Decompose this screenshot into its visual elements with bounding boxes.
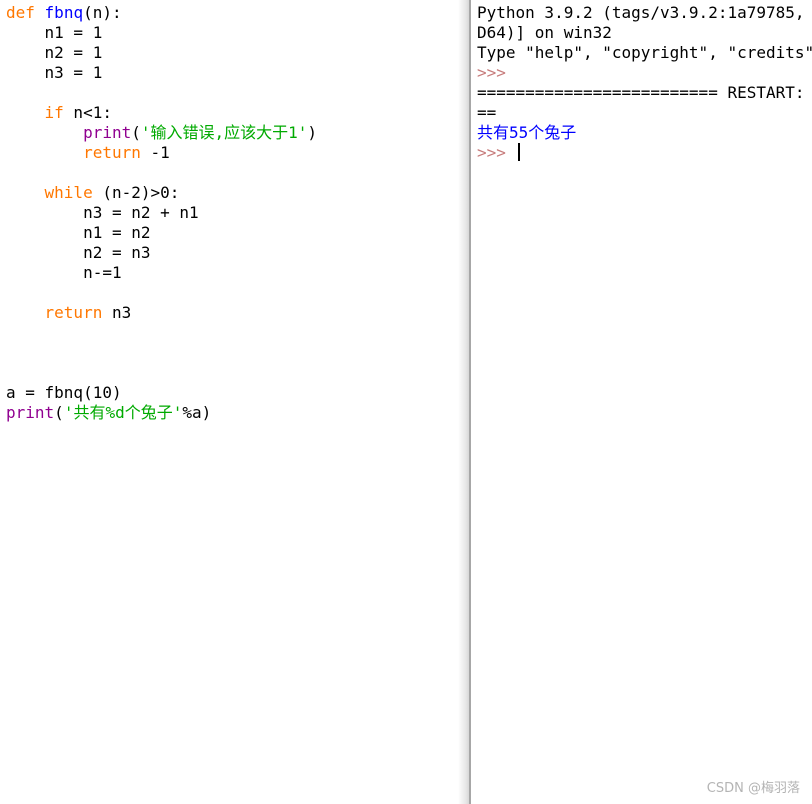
editor-code-line	[6, 283, 317, 303]
editor-code-line	[6, 323, 317, 343]
code-token: (	[131, 123, 141, 142]
editor-code-line: n3 = n2 + n1	[6, 203, 317, 223]
editor-code-line: n-=1	[6, 263, 317, 283]
editor-code-line	[6, 83, 317, 103]
editor-window[interactable]: def fbnq(n): n1 = 1 n2 = 1 n3 = 1 if n<1…	[0, 0, 469, 804]
code-token: '共有%d个兔子'	[63, 403, 183, 422]
code-token: def	[6, 3, 35, 22]
editor-code-line: return n3	[6, 303, 317, 323]
shell-output-line: ==	[477, 103, 812, 123]
code-token: ==	[477, 103, 497, 122]
code-token: return	[83, 143, 141, 162]
editor-edge-shadow	[458, 0, 469, 804]
editor-code-line: print('共有%d个兔子'%a)	[6, 403, 317, 423]
code-token: (n-2)>0:	[92, 183, 180, 202]
editor-code-line: def fbnq(n):	[6, 3, 317, 23]
editor-code-line	[6, 363, 317, 383]
code-token: -1	[140, 143, 170, 162]
editor-code-line: n3 = 1	[6, 63, 317, 83]
code-token: n1 = 1	[6, 23, 103, 42]
shell-output-line: Type "help", "copyright", "credits" or "…	[477, 43, 812, 63]
code-token: D64)] on win32	[477, 23, 612, 42]
editor-code-line: return -1	[6, 143, 317, 163]
code-token: if	[44, 103, 64, 122]
editor-code-line	[6, 163, 317, 183]
code-token: %a)	[182, 403, 212, 422]
editor-code-line: print('输入错误,应该大于1')	[6, 123, 317, 143]
code-token: print	[83, 123, 132, 142]
editor-code-line: while (n-2)>0:	[6, 183, 317, 203]
editor-code-line: a = fbnq(10)	[6, 383, 317, 403]
code-token: n-=1	[6, 263, 122, 282]
shell-window[interactable]: Python 3.9.2 (tags/v3.9.2:1a79785, Feb 1…	[471, 0, 812, 804]
code-token: n1 = n2	[6, 223, 151, 242]
editor-code-line	[6, 343, 317, 363]
csdn-watermark: CSDN @梅羽落	[706, 781, 800, 796]
code-token: while	[44, 183, 93, 202]
code-token: return	[44, 303, 103, 322]
code-token: 共有55个兔子	[477, 123, 577, 142]
code-token: '输入错误,应该大于1'	[140, 123, 308, 142]
code-token: (n):	[83, 3, 122, 22]
code-token: a = fbnq(10)	[6, 383, 122, 402]
code-token: Type "help", "copyright", "credits" or "…	[477, 43, 812, 62]
code-token: fbnq	[44, 3, 84, 22]
shell-output-line: >>>	[477, 63, 812, 83]
code-token: n2 = 1	[6, 43, 103, 62]
code-token: >>>	[477, 63, 506, 82]
code-token: n3	[102, 303, 132, 322]
editor-code-line: n1 = n2	[6, 223, 317, 243]
code-token: >>>	[477, 143, 516, 162]
shell-output-line: >>>	[477, 143, 812, 163]
text-cursor	[517, 143, 520, 161]
code-token: print	[6, 403, 55, 422]
editor-code-line: n2 = n3	[6, 243, 317, 263]
shell-output-line: 共有55个兔子	[477, 123, 812, 143]
editor-code-line: n2 = 1	[6, 43, 317, 63]
idle-workspace: def fbnq(n): n1 = 1 n2 = 1 n3 = 1 if n<1…	[0, 0, 812, 804]
editor-code-area[interactable]: def fbnq(n): n1 = 1 n2 = 1 n3 = 1 if n<1…	[6, 3, 317, 423]
shell-output-line: Python 3.9.2 (tags/v3.9.2:1a79785, Feb 1…	[477, 3, 812, 23]
code-token: n<1:	[63, 103, 112, 122]
editor-code-line: n1 = 1	[6, 23, 317, 43]
code-token: n3 = n2 + n1	[6, 203, 199, 222]
code-token: Python 3.9.2 (tags/v3.9.2:1a79785, Feb 1…	[477, 3, 805, 22]
code-token: ========================= RESTART: C:/Us…	[477, 83, 805, 102]
code-token: n3 = 1	[6, 63, 103, 82]
shell-output-area[interactable]: Python 3.9.2 (tags/v3.9.2:1a79785, Feb 1…	[477, 3, 812, 163]
code-token: )	[307, 123, 318, 142]
shell-output-line: D64)] on win32	[477, 23, 812, 43]
code-token: n2 = n3	[6, 243, 151, 262]
code-token: (	[54, 403, 64, 422]
editor-code-line: if n<1:	[6, 103, 317, 123]
shell-output-line: ========================= RESTART: C:/Us…	[477, 83, 812, 103]
